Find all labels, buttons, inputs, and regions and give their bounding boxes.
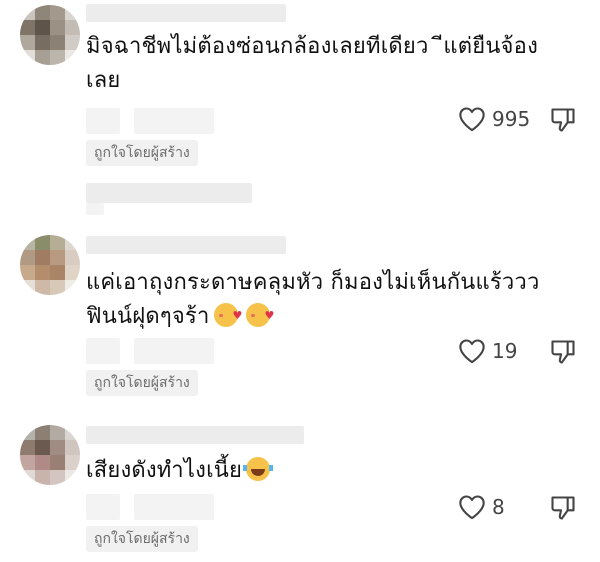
comment-text: เสียงดังทำไงเนี้ย — [86, 454, 566, 488]
username-blurred[interactable] — [86, 426, 304, 444]
dislike-button[interactable] — [549, 106, 577, 138]
comment-item: แค่เอาถุงกระดาษคลุมหัว ก็มองไม่เห็นกันแร… — [0, 230, 600, 405]
avatar[interactable] — [20, 425, 80, 485]
timestamp-blurred — [86, 108, 120, 134]
heart-outline-icon — [459, 107, 485, 132]
avatar[interactable] — [20, 5, 80, 65]
comment-text: แค่เอาถุงกระดาษคลุมหัว ก็มองไม่เห็นกันแร… — [86, 266, 566, 334]
like-button[interactable]: 19 — [458, 338, 517, 364]
comment-text-line: ฟินน์ฝุดๆจร้า — [86, 299, 566, 334]
username-blurred[interactable] — [86, 4, 286, 22]
smiling-face-with-hearts-emoji — [213, 299, 243, 333]
liked-by-creator-badge: ถูกใจโดยผู้สร้าง — [86, 140, 198, 166]
reply-link-blurred[interactable] — [134, 108, 214, 134]
like-count: 8 — [492, 495, 505, 519]
liked-by-creator-badge: ถูกใจโดยผู้สร้าง — [86, 526, 198, 552]
comment-text-line: มิจฉาชีพไม่ต้องซ่อนกล้องเลยทีเดียว ​ ีแต… — [86, 34, 539, 59]
comment-text-line: เลย — [86, 68, 121, 93]
reply-link-blurred[interactable] — [134, 338, 214, 364]
like-button[interactable]: 995 — [458, 106, 530, 132]
dislike-button[interactable] — [549, 338, 577, 370]
thumbs-down-outline-icon — [551, 496, 575, 520]
liked-by-creator-badge: ถูกใจโดยผู้สร้าง — [86, 370, 198, 396]
heart-outline-icon — [459, 339, 485, 364]
tears-of-joy-emoji — [243, 457, 274, 481]
like-count: 19 — [492, 339, 518, 363]
comment-item: เสียงดังทำไงเนี้ย 8 ถูกใจโดยผู้สร้าง — [0, 420, 600, 562]
timestamp-blurred — [86, 494, 120, 520]
comment-text-line-content: เสียงดังทำไงเนี้ย — [86, 458, 243, 483]
comment-item: มิจฉาชีพไม่ต้องซ่อนกล้องเลยทีเดียว ​ ีแต… — [0, 0, 600, 215]
view-replies-blurred[interactable] — [86, 183, 252, 203]
heart-outline-icon — [459, 495, 485, 520]
smiling-face-with-hearts-emoji — [245, 299, 275, 333]
comment-text-line-content: ฟินน์ฝุดๆจร้า — [86, 304, 210, 329]
view-replies-blurred-tail — [86, 203, 104, 215]
reply-link-blurred[interactable] — [134, 494, 214, 520]
avatar[interactable] — [20, 235, 80, 295]
timestamp-blurred — [86, 338, 120, 364]
thumbs-down-outline-icon — [551, 340, 575, 364]
username-blurred[interactable] — [86, 236, 286, 254]
thumbs-down-outline-icon — [551, 108, 575, 132]
comment-text: มิจฉาชีพไม่ต้องซ่อนกล้องเลยทีเดียว ​ ีแต… — [86, 30, 566, 98]
like-count: 995 — [492, 107, 531, 131]
dislike-button[interactable] — [549, 494, 577, 526]
comment-text-line: เสียงดังทำไงเนี้ย — [86, 454, 566, 488]
like-button[interactable]: 8 — [458, 494, 505, 520]
comment-text-line: แค่เอาถุงกระดาษคลุมหัว ก็มองไม่เห็นกันแร… — [86, 270, 540, 295]
